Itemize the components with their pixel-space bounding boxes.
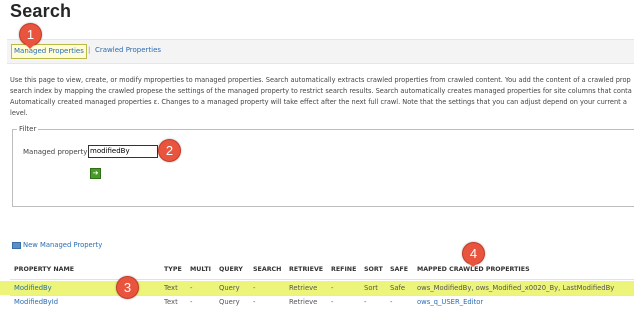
cell-safe: Safe bbox=[390, 284, 406, 292]
column-header-search[interactable]: SEARCH bbox=[253, 266, 281, 273]
column-header-mapped-crawled-properties[interactable]: MAPPED CRAWLED PROPERTIES bbox=[417, 266, 530, 273]
description-line: Automatically created managed properties… bbox=[10, 98, 627, 106]
property-name-link[interactable]: ModifiedBy bbox=[14, 284, 52, 292]
annotation-badge-3: 3 bbox=[116, 276, 139, 299]
cell-multi: - bbox=[190, 284, 193, 292]
cell-sort: - bbox=[364, 298, 367, 306]
cell-type: Text bbox=[164, 284, 178, 292]
tab-separator: | bbox=[88, 46, 91, 54]
arrow-right-icon: ➔ bbox=[92, 169, 99, 177]
cell-mapped-crawled-properties[interactable]: ows_q_USER_Editor bbox=[417, 298, 483, 306]
managed-property-label: Managed property bbox=[23, 148, 88, 156]
cell-search: - bbox=[253, 298, 256, 306]
tab-crawled-properties[interactable]: Crawled Properties bbox=[95, 45, 161, 56]
column-header-query[interactable]: QUERY bbox=[219, 266, 243, 273]
cell-type: Text bbox=[164, 298, 178, 306]
row-divider bbox=[10, 295, 634, 296]
filter-legend: Filter bbox=[17, 125, 39, 133]
column-header-sort[interactable]: SORT bbox=[364, 266, 383, 273]
new-managed-property-label: New Managed Property bbox=[23, 241, 103, 249]
new-managed-property-link[interactable]: New Managed Property bbox=[12, 241, 102, 249]
property-name-link[interactable]: ModifiedById bbox=[14, 298, 58, 306]
column-header-refine[interactable]: REFINE bbox=[331, 266, 356, 273]
page-title: Search bbox=[10, 1, 72, 21]
description-line: search index by mapping the crawled prop… bbox=[10, 87, 632, 95]
tab-managed-properties[interactable]: Managed Properties bbox=[11, 44, 87, 59]
cell-multi: - bbox=[190, 298, 193, 306]
annotation-pointer bbox=[25, 44, 35, 49]
cell-mapped-crawled-properties: ows_ModifiedBy, ows_Modified_x0020_By, L… bbox=[417, 284, 615, 292]
cell-refine: - bbox=[331, 298, 334, 306]
description-line: Use this page to view, create, or modify… bbox=[10, 76, 631, 84]
cell-refine: - bbox=[331, 284, 334, 292]
filter-go-button[interactable]: ➔ bbox=[90, 168, 101, 179]
page-description: Use this page to view, create, or modify… bbox=[10, 75, 634, 119]
annotation-badge-2: 2 bbox=[158, 139, 181, 162]
annotation-badge-4: 4 bbox=[462, 242, 485, 265]
column-header-retrieve[interactable]: RETRIEVE bbox=[289, 266, 323, 273]
header-divider bbox=[10, 279, 634, 280]
annotation-pointer bbox=[468, 263, 478, 267]
cell-retrieve: Retrieve bbox=[289, 284, 318, 292]
column-header-type[interactable]: TYPE bbox=[164, 266, 182, 273]
new-property-icon bbox=[12, 241, 21, 249]
cell-safe: - bbox=[390, 298, 393, 306]
cell-query: Query bbox=[219, 298, 240, 306]
column-header-safe[interactable]: SAFE bbox=[390, 266, 408, 273]
cell-sort: Sort bbox=[364, 284, 378, 292]
filter-panel bbox=[12, 129, 634, 207]
cell-search: - bbox=[253, 284, 256, 292]
managed-property-input[interactable]: modifiedBy bbox=[88, 145, 158, 158]
cell-retrieve: Retrieve bbox=[289, 298, 318, 306]
cell-query: Query bbox=[219, 284, 240, 292]
column-header-multi[interactable]: MULTI bbox=[190, 266, 211, 273]
column-header-property-name[interactable]: PROPERTY NAME bbox=[14, 266, 74, 273]
annotation-badge-1: 1 bbox=[19, 23, 42, 46]
description-line: level. bbox=[10, 109, 28, 117]
